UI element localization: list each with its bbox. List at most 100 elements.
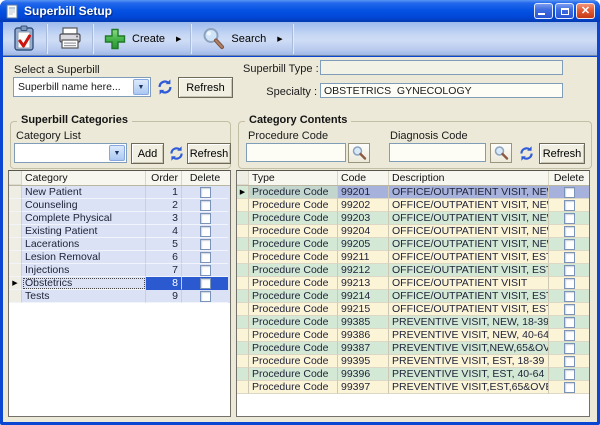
row-selector[interactable] bbox=[237, 264, 249, 277]
code-cell[interactable]: 99214 bbox=[338, 290, 389, 303]
category-cell[interactable]: Obstetrics bbox=[22, 277, 146, 290]
delete-checkbox[interactable] bbox=[564, 317, 575, 328]
row-selector[interactable] bbox=[237, 342, 249, 355]
procedure-row[interactable]: Procedure Code99387PREVENTIVE VISIT,NEW,… bbox=[237, 342, 589, 355]
delete-checkbox[interactable] bbox=[200, 252, 211, 263]
row-selector[interactable] bbox=[237, 368, 249, 381]
procedure-row[interactable]: Procedure Code99202OFFICE/OUTPATIENT VIS… bbox=[237, 199, 589, 212]
dropdown-arrow-icon[interactable]: ▼ bbox=[109, 145, 125, 161]
delete-checkbox[interactable] bbox=[200, 239, 211, 250]
code-cell[interactable]: 99215 bbox=[338, 303, 389, 316]
delete-checkbox[interactable] bbox=[564, 369, 575, 380]
procedure-row[interactable]: Procedure Code99385PREVENTIVE VISIT, NEW… bbox=[237, 316, 589, 329]
superbill-type-field[interactable] bbox=[320, 60, 563, 75]
category-cell[interactable]: Complete Physical bbox=[22, 212, 146, 225]
specialty-field[interactable]: OBSTETRICS GYNECOLOGY bbox=[320, 83, 563, 98]
type-cell[interactable]: Procedure Code bbox=[249, 316, 338, 329]
print-button[interactable] bbox=[49, 24, 91, 54]
row-selector[interactable] bbox=[9, 264, 22, 277]
category-cell[interactable]: New Patient bbox=[22, 186, 146, 199]
create-button[interactable]: Create ▶ bbox=[95, 24, 189, 54]
procedure-row[interactable]: Procedure Code99213OFFICE/OUTPATIENT VIS… bbox=[237, 277, 589, 290]
delete-checkbox[interactable] bbox=[564, 291, 575, 302]
type-cell[interactable]: Procedure Code bbox=[249, 225, 338, 238]
category-row[interactable]: Counseling2 bbox=[9, 199, 230, 212]
row-selector[interactable] bbox=[237, 329, 249, 342]
order-cell[interactable]: 3 bbox=[146, 212, 182, 225]
delete-checkbox[interactable] bbox=[564, 200, 575, 211]
delete-checkbox[interactable] bbox=[564, 187, 575, 198]
description-cell[interactable]: OFFICE/OUTPATIENT VISIT bbox=[389, 277, 549, 290]
delete-checkbox[interactable] bbox=[200, 265, 211, 276]
code-cell[interactable]: 99396 bbox=[338, 368, 389, 381]
row-selector[interactable] bbox=[9, 199, 22, 212]
category-cell[interactable]: Injections bbox=[22, 264, 146, 277]
delete-checkbox[interactable] bbox=[564, 226, 575, 237]
order-cell[interactable]: 4 bbox=[146, 225, 182, 238]
column-header-type[interactable]: Type bbox=[249, 171, 338, 185]
row-selector[interactable]: ▶ bbox=[237, 186, 249, 199]
code-cell[interactable]: 99203 bbox=[338, 212, 389, 225]
type-cell[interactable]: Procedure Code bbox=[249, 368, 338, 381]
row-selector[interactable] bbox=[237, 212, 249, 225]
description-cell[interactable]: OFFICE/OUTPATIENT VISIT, NEW bbox=[389, 238, 549, 251]
code-cell[interactable]: 99205 bbox=[338, 238, 389, 251]
delete-checkbox[interactable] bbox=[564, 213, 575, 224]
row-selector[interactable] bbox=[9, 186, 22, 199]
delete-checkbox[interactable] bbox=[564, 382, 575, 393]
maximize-button[interactable] bbox=[555, 3, 574, 19]
delete-checkbox[interactable] bbox=[564, 304, 575, 315]
category-cell[interactable]: Lacerations bbox=[22, 238, 146, 251]
diagnosis-code-search-button[interactable] bbox=[490, 143, 512, 163]
add-category-button[interactable]: Add bbox=[131, 143, 164, 164]
delete-checkbox[interactable] bbox=[564, 278, 575, 289]
code-cell[interactable]: 99386 bbox=[338, 329, 389, 342]
type-cell[interactable]: Procedure Code bbox=[249, 238, 338, 251]
search-button[interactable]: Search ▶ bbox=[193, 24, 290, 54]
category-list-dropdown[interactable]: ▼ bbox=[14, 143, 127, 163]
row-selector[interactable] bbox=[237, 251, 249, 264]
order-cell[interactable]: 1 bbox=[146, 186, 182, 199]
procedure-row[interactable]: Procedure Code99395PREVENTIVE VISIT, EST… bbox=[237, 355, 589, 368]
order-cell[interactable]: 8 bbox=[146, 277, 182, 290]
minimize-button[interactable] bbox=[534, 3, 553, 19]
row-selector[interactable] bbox=[237, 290, 249, 303]
procedure-row[interactable]: Procedure Code99386PREVENTIVE VISIT, NEW… bbox=[237, 329, 589, 342]
code-cell[interactable]: 99387 bbox=[338, 342, 389, 355]
code-cell[interactable]: 99201 bbox=[338, 186, 389, 199]
row-selector[interactable] bbox=[9, 251, 22, 264]
type-cell[interactable]: Procedure Code bbox=[249, 329, 338, 342]
column-header-order[interactable]: Order bbox=[146, 171, 182, 185]
description-cell[interactable]: OFFICE/OUTPATIENT VISIT, NEW bbox=[389, 212, 549, 225]
type-cell[interactable]: Procedure Code bbox=[249, 212, 338, 225]
type-cell[interactable]: Procedure Code bbox=[249, 355, 338, 368]
titlebar[interactable]: Superbill Setup ✕ bbox=[0, 0, 600, 22]
row-selector[interactable] bbox=[237, 303, 249, 316]
diagnosis-code-field[interactable] bbox=[389, 143, 486, 162]
code-cell[interactable]: 99204 bbox=[338, 225, 389, 238]
delete-checkbox[interactable] bbox=[200, 291, 211, 302]
description-cell[interactable]: PREVENTIVE VISIT, EST, 40-64 bbox=[389, 368, 549, 381]
delete-checkbox[interactable] bbox=[200, 187, 211, 198]
category-row[interactable]: Injections7 bbox=[9, 264, 230, 277]
delete-checkbox[interactable] bbox=[564, 356, 575, 367]
superbill-name-dropdown[interactable]: Superbill name here... ▼ bbox=[13, 77, 151, 97]
category-cell[interactable]: Tests bbox=[22, 290, 146, 303]
type-cell[interactable]: Procedure Code bbox=[249, 199, 338, 212]
order-cell[interactable]: 2 bbox=[146, 199, 182, 212]
code-cell[interactable]: 99395 bbox=[338, 355, 389, 368]
refresh-icon[interactable] bbox=[518, 145, 535, 162]
type-cell[interactable]: Procedure Code bbox=[249, 290, 338, 303]
category-cell[interactable]: Existing Patient bbox=[22, 225, 146, 238]
procedure-row[interactable]: Procedure Code99397PREVENTIVE VISIT,EST,… bbox=[237, 381, 589, 394]
category-cell[interactable]: Lesion Removal bbox=[22, 251, 146, 264]
type-cell[interactable]: Procedure Code bbox=[249, 277, 338, 290]
procedure-row[interactable]: ▶Procedure Code99201OFFICE/OUTPATIENT VI… bbox=[237, 186, 589, 199]
type-cell[interactable]: Procedure Code bbox=[249, 342, 338, 355]
code-cell[interactable]: 99202 bbox=[338, 199, 389, 212]
delete-checkbox[interactable] bbox=[564, 239, 575, 250]
category-row[interactable]: Existing Patient4 bbox=[9, 225, 230, 238]
delete-checkbox[interactable] bbox=[564, 330, 575, 341]
procedure-row[interactable]: Procedure Code99203OFFICE/OUTPATIENT VIS… bbox=[237, 212, 589, 225]
row-selector[interactable] bbox=[237, 381, 249, 394]
